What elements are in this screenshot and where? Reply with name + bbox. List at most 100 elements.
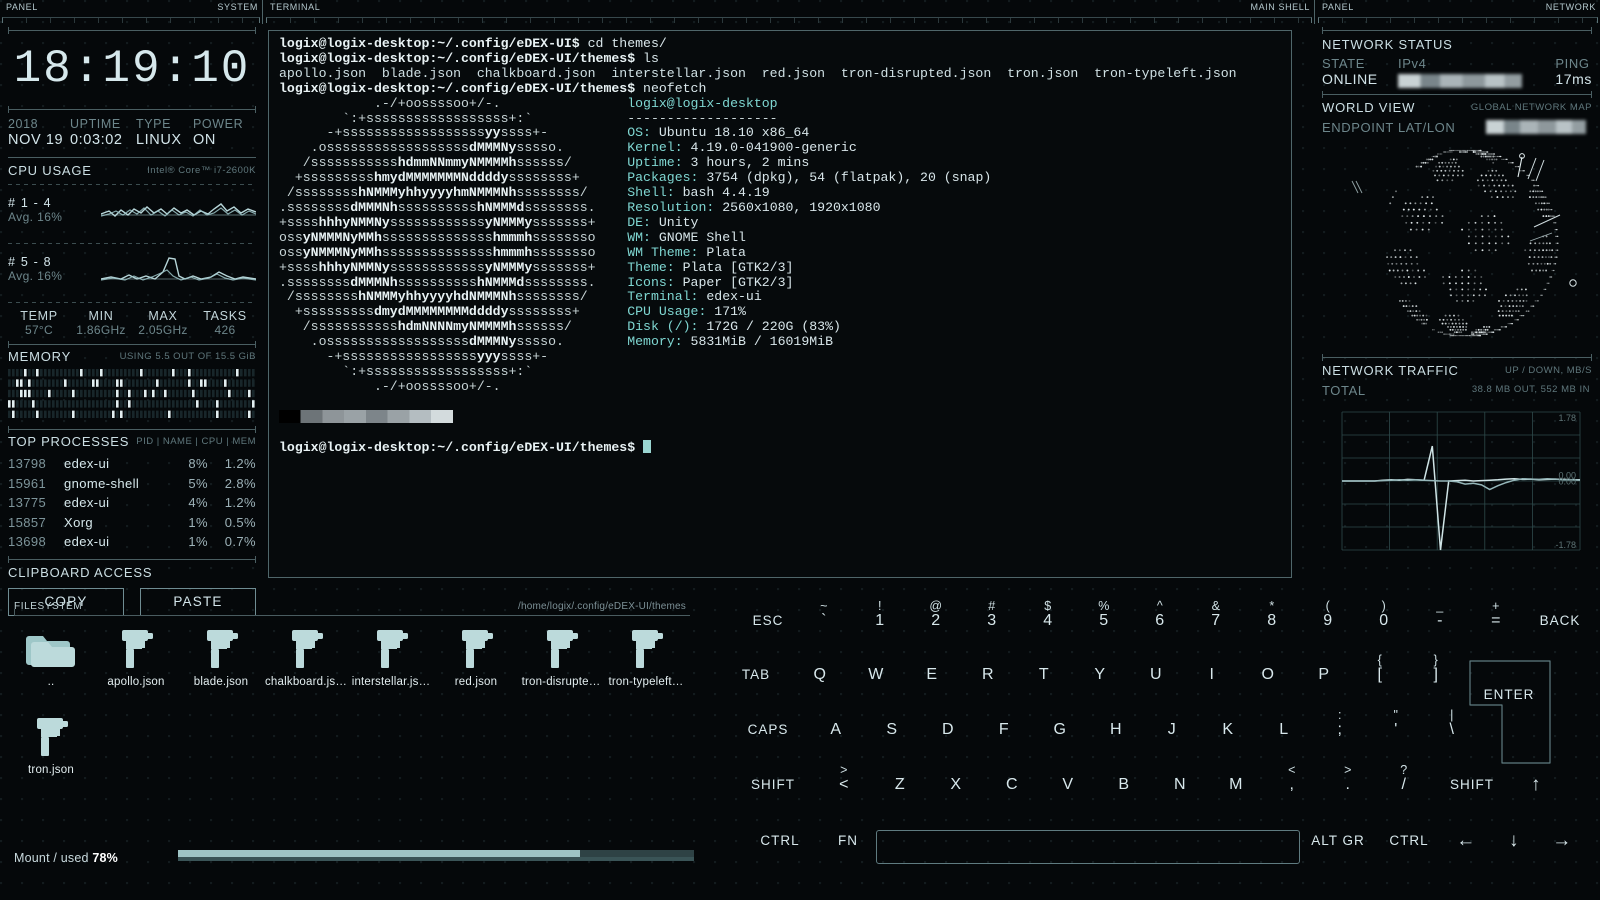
key-k[interactable]: K xyxy=(1200,715,1256,745)
key-shift[interactable]: SHIFT xyxy=(1432,770,1512,800)
memory-top-rule xyxy=(8,344,256,345)
key-r[interactable]: R xyxy=(960,660,1016,690)
key-key[interactable]: ↓ xyxy=(1490,826,1538,856)
key-x[interactable]: X xyxy=(928,770,984,800)
key-key-shift-label: | xyxy=(1424,700,1480,730)
key-6[interactable]: ^ 6 xyxy=(1132,606,1188,636)
process-cpu: 4% xyxy=(168,493,208,513)
key-7[interactable]: & 7 xyxy=(1188,606,1244,636)
mount-percent: 78% xyxy=(92,851,118,865)
key-4[interactable]: $4 xyxy=(1020,606,1076,636)
mount-label-text: Mount / used xyxy=(14,851,89,865)
key-key-shift-label: } xyxy=(1408,645,1464,675)
key-tab[interactable]: TAB xyxy=(720,660,792,690)
filesystem-rule xyxy=(14,615,690,616)
key-q[interactable]: Q xyxy=(792,660,848,690)
key-f[interactable]: F xyxy=(976,715,1032,745)
filesystem-item[interactable]: red.json xyxy=(433,626,519,688)
terminal-output[interactable]: logix@logix-desktop:~/.config/eDEX-UI$ c… xyxy=(279,37,1285,571)
key-z[interactable]: Z xyxy=(872,770,928,800)
key-key[interactable]: >. xyxy=(1320,770,1376,800)
key-2[interactable]: @2 xyxy=(908,606,964,636)
key-key[interactable]: " ' xyxy=(1368,715,1424,745)
header-rule xyxy=(2,17,260,23)
key-key[interactable]: + = xyxy=(1468,606,1524,636)
key-back[interactable]: BACK xyxy=(1524,606,1596,636)
terminal-window[interactable]: logix@logix-desktop:~/.config/eDEX-UI$ c… xyxy=(268,30,1292,578)
cpu-core-group-1-4: # 1 - 4 Avg. 16% xyxy=(8,185,256,243)
key-o[interactable]: O xyxy=(1240,660,1296,690)
key-d[interactable]: D xyxy=(920,715,976,745)
on-screen-keyboard[interactable]: ESC ~ `! 1 @2 #3 $4% 5 ^ 6 & 7 * 8(9) 0 _ - + = BACK TAB Q W E R… xyxy=(700,600,1600,900)
filesystem-item[interactable]: interstellar.js… xyxy=(348,626,434,688)
key-u[interactable]: U xyxy=(1128,660,1184,690)
network-total-value: 38.8 MB OUT, 552 MB IN xyxy=(1472,384,1590,395)
filesystem-item[interactable]: .. xyxy=(8,626,94,688)
key-j[interactable]: J xyxy=(1144,715,1200,745)
key-ctrl[interactable]: CTRL xyxy=(740,826,820,856)
key-g[interactable]: G xyxy=(1032,715,1088,745)
key-h[interactable]: H xyxy=(1088,715,1144,745)
key-key[interactable]: | \ xyxy=(1424,715,1480,745)
key-b[interactable]: B xyxy=(1096,770,1152,800)
memory-usage-label: USING 5.5 OUT OF 15.5 GiB xyxy=(120,351,256,362)
key-space[interactable] xyxy=(876,830,1300,864)
filesystem-item[interactable]: chalkboard.js… xyxy=(263,626,349,688)
key-w[interactable]: W xyxy=(848,660,904,690)
key-fn[interactable]: FN xyxy=(820,826,876,856)
key-key[interactable]: ? / xyxy=(1376,770,1432,800)
cpu-stat-value-temp: 57°C xyxy=(8,323,70,337)
key-alt-gr[interactable]: ALT GR xyxy=(1300,826,1376,856)
key-key[interactable]: ~ ` xyxy=(796,606,852,636)
key-v[interactable]: V xyxy=(1040,770,1096,800)
theme-file-icon xyxy=(280,626,332,672)
network-ping-key: PING xyxy=(1555,56,1592,71)
key-0-shift-label: ) xyxy=(1356,591,1412,621)
key-e[interactable]: E xyxy=(904,660,960,690)
key-key[interactable]: :; xyxy=(1312,715,1368,745)
key-p[interactable]: P xyxy=(1296,660,1352,690)
key-s[interactable]: S xyxy=(864,715,920,745)
key-5[interactable]: % 5 xyxy=(1076,606,1132,636)
key-key[interactable]: > < xyxy=(816,770,872,800)
world-view-sub: GLOBAL NETWORK MAP xyxy=(1471,102,1592,113)
key-0[interactable]: ) 0 xyxy=(1356,606,1412,636)
key-a[interactable]: A xyxy=(808,715,864,745)
key-9[interactable]: (9 xyxy=(1300,606,1356,636)
key-y[interactable]: Y xyxy=(1072,660,1128,690)
table-row: 13798 edex-ui 8% 1.2% xyxy=(8,454,256,474)
key-ctrl[interactable]: CTRL xyxy=(1376,826,1442,856)
sysinfo-value-type: LINUX xyxy=(136,132,193,149)
memory-dot-matrix xyxy=(8,368,256,420)
mount-bar-fill xyxy=(178,850,580,857)
network-state-value: ONLINE xyxy=(1322,71,1378,87)
key-key[interactable]: {[ xyxy=(1352,660,1408,690)
key-i[interactable]: I xyxy=(1184,660,1240,690)
key-m[interactable]: M xyxy=(1208,770,1264,800)
world-globe[interactable] xyxy=(1322,137,1592,355)
key-key[interactable]: _ - xyxy=(1412,606,1468,636)
cpu-stats-row: TEMP 57°C MIN 1.86GHz MAX 2.05GHz TASKS … xyxy=(8,309,256,337)
key-key[interactable]: ← xyxy=(1442,826,1490,856)
key-n[interactable]: N xyxy=(1152,770,1208,800)
key-t[interactable]: T xyxy=(1016,660,1072,690)
mount-bar-shadow xyxy=(178,857,694,861)
key-caps[interactable]: CAPS xyxy=(728,715,808,745)
key-8[interactable]: * 8 xyxy=(1244,606,1300,636)
theme-file-icon xyxy=(433,626,519,676)
filesystem-item[interactable]: tron-typeleft… xyxy=(603,626,689,688)
key-esc[interactable]: ESC xyxy=(740,606,796,636)
key-key[interactable]: }] xyxy=(1408,660,1464,690)
key-key[interactable]: <, xyxy=(1264,770,1320,800)
key-key[interactable]: ↑ xyxy=(1512,770,1560,800)
key-key[interactable]: → xyxy=(1538,826,1586,856)
key-1[interactable]: ! 1 xyxy=(852,606,908,636)
filesystem-item[interactable]: tron.json xyxy=(8,714,94,776)
filesystem-item[interactable]: tron-disrupte… xyxy=(518,626,604,688)
key-3[interactable]: #3 xyxy=(964,606,1020,636)
key-shift[interactable]: SHIFT xyxy=(730,770,816,800)
filesystem-item[interactable]: blade.json xyxy=(178,626,264,688)
key-l[interactable]: L xyxy=(1256,715,1312,745)
filesystem-item[interactable]: apollo.json xyxy=(93,626,179,688)
key-c[interactable]: C xyxy=(984,770,1040,800)
